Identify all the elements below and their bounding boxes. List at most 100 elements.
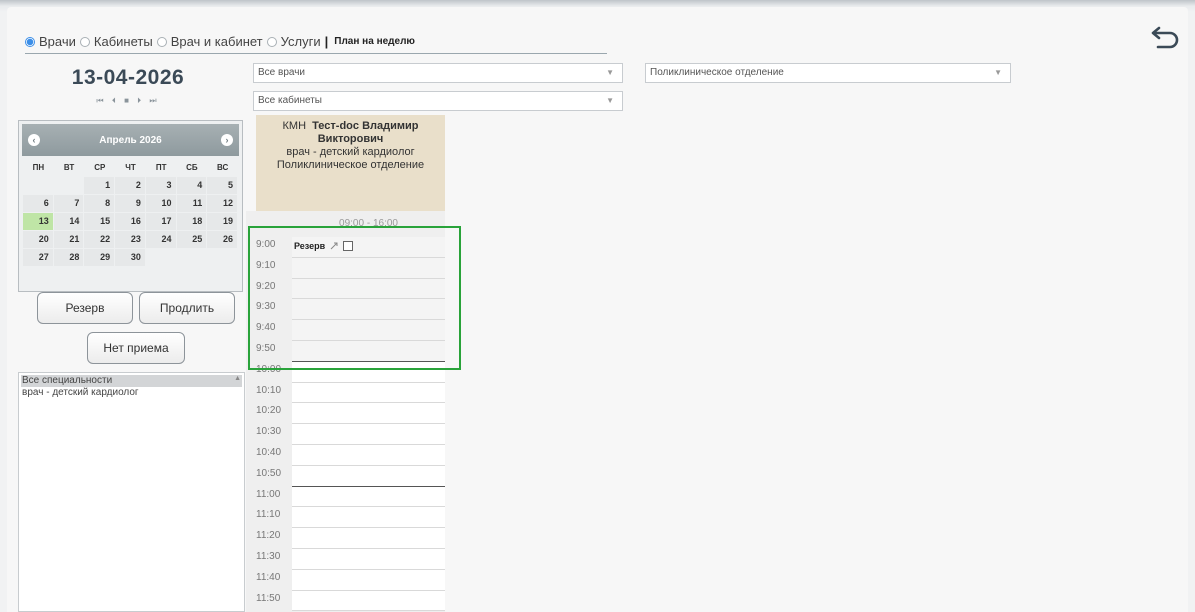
no-reception-button[interactable]: Нет приема [87,332,185,364]
calendar-day[interactable]: 22 [84,231,115,248]
doctor-department: Поликлиническое отделение [276,159,425,171]
weekday-label: СБ [186,163,198,172]
doctor-card[interactable]: КМН Тест-doc Владимир Викторович врач - … [256,115,445,211]
slot-time: 11:00 [256,488,281,500]
calendar-day[interactable]: 30 [115,249,145,266]
slot-cell[interactable] [292,528,445,549]
slot-cell[interactable] [292,465,445,487]
slot-cell[interactable] [292,486,445,508]
time-slot: 11:50 [246,590,445,612]
slot-time: 9:20 [256,280,276,292]
slot-cell[interactable] [292,340,445,362]
slot-time: 11:40 [256,571,281,583]
scroll-up-icon[interactable]: ▲ [234,375,241,382]
slot-cell[interactable] [292,299,445,321]
prev-icon[interactable]: ⏴ [112,96,119,105]
slot-time: 11:10 [256,509,281,521]
calendar-day[interactable]: 17 [145,213,176,230]
slot-cell[interactable]: Резерв [292,237,445,258]
calendar-day[interactable]: 12 [207,195,237,212]
room-select[interactable]: Все кабинеты ▼ [253,91,623,111]
calendar-next-icon[interactable]: › [221,134,233,146]
calendar-day[interactable]: 25 [176,231,207,248]
slot-cell[interactable] [292,424,445,445]
calendar-day[interactable]: 8 [84,195,115,212]
calendar-day[interactable]: 6 [23,195,53,212]
calendar-day[interactable]: 10 [145,195,176,212]
radio-dot[interactable] [79,36,90,47]
slot-cell[interactable] [292,278,445,300]
week-plan-link[interactable]: План на неделю [334,36,415,47]
slot-cell[interactable] [292,403,445,425]
calendar-day[interactable]: 3 [145,177,176,194]
extend-button[interactable]: Продлить [139,292,235,324]
radio-services[interactable]: Услуги [266,34,321,49]
slot-time: 9:10 [256,259,276,271]
month-calendar: ‹ Апрель 2026 › ПН ВТ СР ЧТ ПТ СБ ВС 1 2 3 4 5 6 7 8 9 1… [18,120,243,292]
department-select[interactable]: Поликлиническое отделение ▼ [645,63,1011,83]
calendar-day[interactable]: 14 [53,213,84,230]
slot-time: 10:40 [256,446,282,458]
calendar-day[interactable]: 9 [115,195,145,212]
calendar-day[interactable]: 11 [176,195,207,212]
slot-cell[interactable] [292,257,445,279]
stop-icon[interactable]: ■ [124,96,132,105]
slot-cell[interactable] [292,590,445,612]
slot-cell[interactable] [292,320,445,341]
radio-dot[interactable] [266,36,277,47]
calendar-empty-cell [207,249,237,266]
time-slot: 10:00 [246,361,445,383]
calendar-day[interactable]: 5 [207,177,237,194]
calendar-day[interactable]: 16 [115,213,145,230]
calendar-day[interactable]: 23 [115,231,145,248]
reserve-button[interactable]: Резерв [37,292,133,324]
calendar-day[interactable]: 18 [176,213,207,230]
slot-cell[interactable] [292,382,445,404]
chevron-down-icon: ▼ [606,96,614,105]
time-slot: 9:30 [246,299,445,321]
calendar-day[interactable]: 20 [23,231,53,248]
calendar-day[interactable]: 24 [145,231,176,248]
radio-rooms[interactable]: Кабинеты [79,34,153,49]
link-icon[interactable] [329,241,339,251]
calendar-day[interactable]: 13 [23,213,53,230]
calendar-day[interactable]: 4 [176,177,207,194]
slot-cell[interactable] [292,361,445,383]
calendar-day[interactable]: 7 [53,195,84,212]
calendar-day[interactable]: 27 [23,249,53,266]
calendar-day[interactable]: 2 [115,177,145,194]
calendar-day[interactable]: 26 [207,231,237,248]
time-slot: 10:10 [246,382,445,404]
slot-cell[interactable] [292,507,445,529]
reserve-tag[interactable]: Резерв [294,241,354,251]
calendar-prev-icon[interactable]: ‹ [28,134,40,146]
doctor-select[interactable]: Все врачи ▼ [253,63,623,83]
calendar-day[interactable]: 28 [53,249,84,266]
reserve-checkbox[interactable] [343,241,354,251]
calendar-day[interactable]: 15 [84,213,115,230]
date-navigation: ⏮ ⏴ ■ ⏵ ⏭ [0,96,256,106]
back-arrow-icon[interactable] [1150,24,1182,52]
slot-cell[interactable] [292,548,445,570]
slot-time: 11:20 [256,530,281,542]
plan-separator: | [324,34,329,49]
radio-dot[interactable] [25,36,35,47]
list-item[interactable]: Все специальности [21,375,242,387]
radio-doctor-and-room[interactable]: Врач и кабинет [156,34,263,49]
first-icon[interactable]: ⏮ [96,96,106,105]
time-slots: 9:00 Резерв 9:10 9:20 9:30 9:40 9:50 10:00 10:10… [246,237,445,612]
slot-cell[interactable] [292,444,445,466]
calendar-day[interactable]: 1 [84,177,115,194]
radio-dot[interactable] [156,36,167,47]
calendar-day[interactable]: 29 [84,249,115,266]
calendar-day[interactable]: 19 [207,213,237,230]
doctor-room: КМН [282,120,307,132]
specialty-list[interactable]: ▲ Все специальности врач - детский карди… [18,372,245,612]
last-icon[interactable]: ⏭ [149,96,159,105]
calendar-day[interactable]: 21 [53,231,84,248]
slot-time: 11:30 [256,550,281,562]
next-icon[interactable]: ⏵ [137,96,144,105]
list-item[interactable]: врач - детский кардиолог [21,387,242,399]
radio-doctors[interactable]: Врачи [25,34,76,49]
slot-cell[interactable] [292,569,445,591]
